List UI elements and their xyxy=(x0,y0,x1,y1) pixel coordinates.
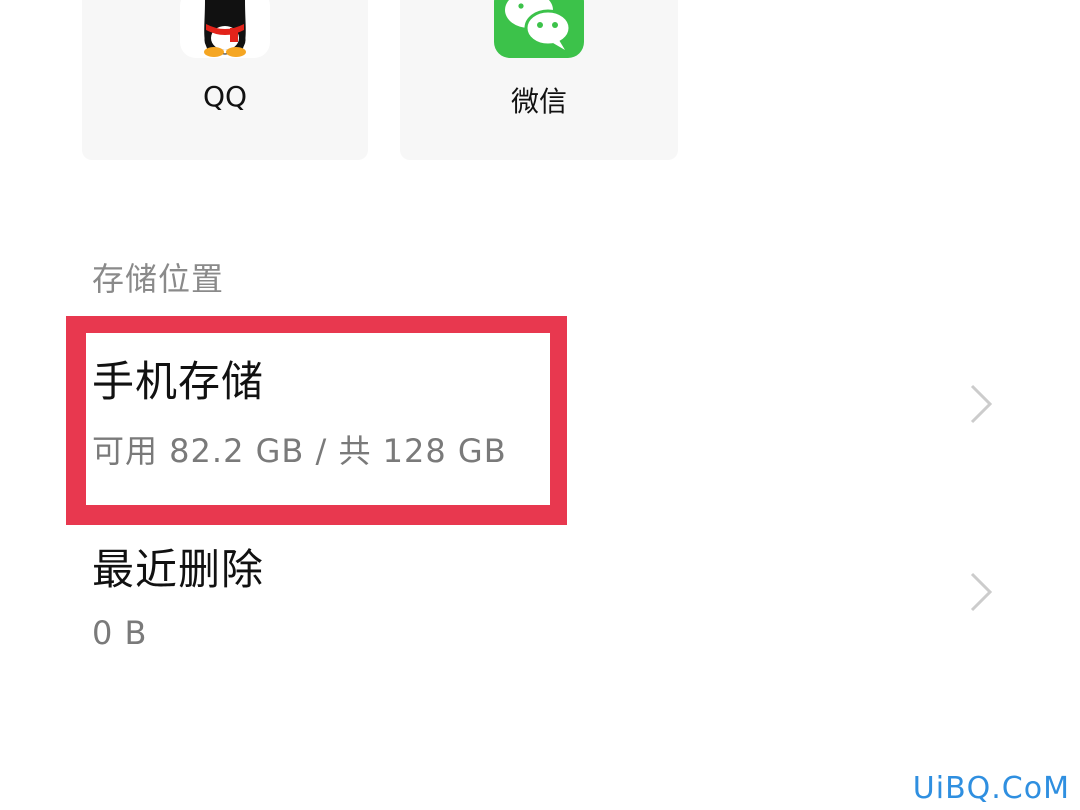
section-title-storage-location: 存储位置 xyxy=(92,260,225,298)
chevron-right-icon xyxy=(970,572,993,612)
storage-screen: QQ 微信 存储位置 手机存储 可用 82.2 GB / 共 128 GB 最近… xyxy=(0,0,1080,810)
watermark: UiBQ.CoM xyxy=(912,771,1070,806)
app-tile-wechat[interactable]: 微信 xyxy=(400,0,678,160)
chevron-right-icon xyxy=(970,384,993,424)
list-item-title: 手机存储 xyxy=(92,357,265,406)
app-label-qq: QQ xyxy=(202,80,248,113)
app-tile-qq[interactable]: QQ xyxy=(82,0,368,160)
list-item-title: 最近删除 xyxy=(92,545,265,594)
app-label-wechat: 微信 xyxy=(510,85,567,118)
list-item-phone-storage[interactable]: 手机存储 可用 82.2 GB / 共 128 GB xyxy=(66,316,996,526)
qq-penguin-icon xyxy=(180,0,270,64)
list-item-subtitle: 0 B xyxy=(92,614,148,652)
list-item-recently-deleted[interactable]: 最近删除 0 B xyxy=(66,532,996,662)
list-item-subtitle: 可用 82.2 GB / 共 128 GB xyxy=(92,432,507,470)
wechat-icon xyxy=(493,0,585,64)
